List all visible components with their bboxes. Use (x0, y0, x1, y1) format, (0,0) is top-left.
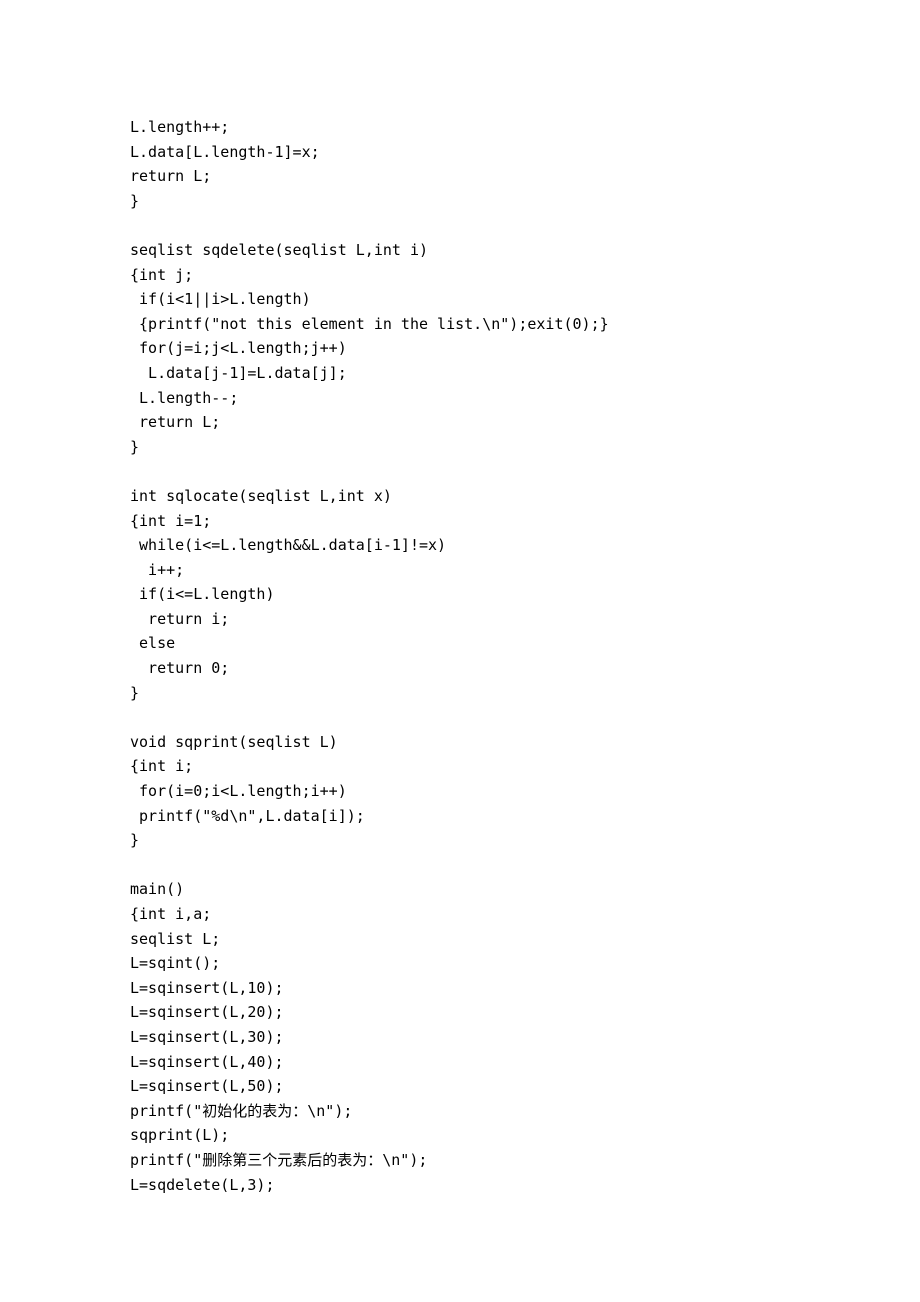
code-block: L.length++; L.data[L.length-1]=x; return… (130, 115, 920, 1197)
